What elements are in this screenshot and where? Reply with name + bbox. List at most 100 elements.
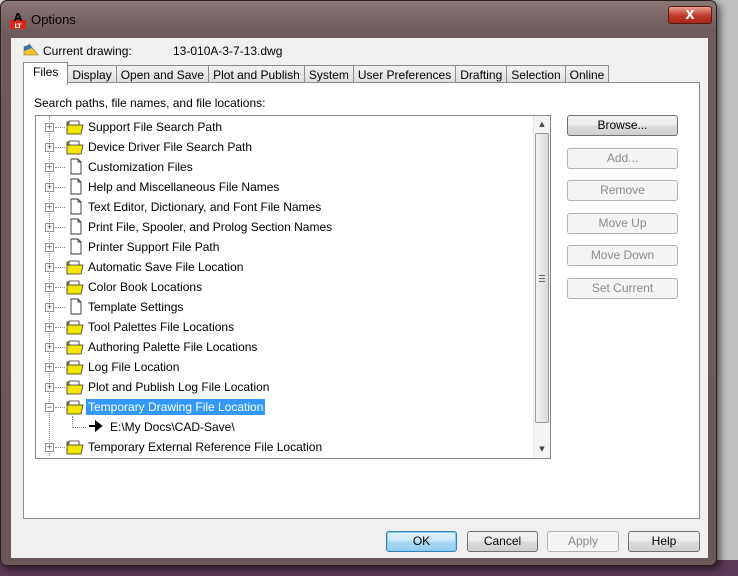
expand-icon[interactable]: + [45, 303, 54, 312]
tree-item[interactable]: + Text Editor, Dictionary, and Font File … [36, 197, 536, 217]
options-dialog: A LT Options X Current drawing: 13-010A-… [0, 0, 717, 566]
document-icon [66, 198, 84, 215]
tree-item[interactable]: + Printer Support File Path [36, 237, 536, 257]
tree-item[interactable]: + Temporary External Reference File Locat… [36, 437, 536, 457]
tree-item-label: Device Driver File Search Path [88, 140, 253, 154]
tree-connector [55, 227, 65, 228]
expand-icon[interactable]: + [45, 443, 54, 452]
tree-item[interactable]: + Color Book Locations [36, 277, 536, 297]
tree-connector [55, 247, 65, 248]
svg-text:LT: LT [15, 23, 23, 29]
scroll-up-arrow-icon[interactable]: ▲ [534, 116, 550, 133]
tree-connector [55, 407, 65, 408]
tab-strip: Files Display Open and Save Plot and Pub… [23, 62, 610, 85]
tree-item-label: Plot and Publish Log File Location [88, 380, 270, 394]
expand-icon[interactable]: + [45, 203, 54, 212]
tree-item-label: Temporary External Reference File Locati… [88, 440, 323, 454]
browse-button[interactable]: Browse... [567, 115, 678, 136]
tree-connector [55, 187, 65, 188]
move-down-button[interactable]: Move Down [567, 245, 678, 266]
expand-icon[interactable]: + [45, 143, 54, 152]
add-button[interactable]: Add... [567, 148, 678, 169]
tree-item-label: Customization Files [88, 160, 193, 174]
tree-item[interactable]: + Device Driver File Search Path [36, 137, 536, 157]
document-icon [66, 298, 84, 315]
tree-item-label: Support File Search Path [88, 120, 223, 134]
tree-item-label: E:\My Docs\CAD-Save\ [110, 420, 235, 434]
tree-item-label: Help and Miscellaneous File Names [88, 180, 280, 194]
folder-icon [66, 318, 84, 335]
tree-item[interactable]: + Automatic Save File Location [36, 257, 536, 277]
search-paths-label: Search paths, file names, and file locat… [34, 96, 266, 110]
help-button[interactable]: Help [628, 531, 700, 552]
expand-icon[interactable]: + [45, 363, 54, 372]
tab-files[interactable]: Files [23, 62, 69, 85]
expand-icon[interactable]: + [45, 343, 54, 352]
tree-connector [55, 307, 65, 308]
tree-connector [55, 127, 65, 128]
files-tab-panel: Search paths, file names, and file locat… [23, 82, 700, 519]
tree-item[interactable]: − Temporary Drawing File Location [36, 397, 536, 417]
expand-icon[interactable]: + [45, 263, 54, 272]
tree-item[interactable]: + Print File, Spooler, and Prolog Section… [36, 217, 536, 237]
close-button[interactable]: X [668, 6, 712, 24]
tree-connector [55, 347, 65, 348]
tree-item-label: Print File, Spooler, and Prolog Section … [88, 220, 333, 234]
expand-icon[interactable]: + [45, 323, 54, 332]
tree-item[interactable]: + Customization Files [36, 157, 536, 177]
expand-icon[interactable]: + [45, 283, 54, 292]
expand-icon[interactable]: + [45, 123, 54, 132]
tree-item[interactable]: + Template Settings [36, 297, 536, 317]
tree-child-item[interactable]: E:\My Docs\CAD-Save\ [36, 417, 536, 437]
tree-item[interactable]: + Plot and Publish Log File Location [36, 377, 536, 397]
folder-icon [66, 278, 84, 295]
tree-item[interactable]: + Support File Search Path [36, 117, 536, 137]
folder-icon [66, 398, 84, 415]
document-icon [66, 158, 84, 175]
tree-connector [55, 447, 65, 448]
current-drawing-label: Current drawing: [43, 44, 132, 58]
document-icon [66, 218, 84, 235]
tree-connector [55, 367, 65, 368]
tree-item[interactable]: + Tool Palettes File Locations [36, 317, 536, 337]
dialog-client: Current drawing: 13-010A-3-7-13.dwg File… [10, 37, 709, 559]
tree-connector [55, 267, 65, 268]
document-icon [66, 238, 84, 255]
tree-connector [55, 207, 65, 208]
scroll-thumb[interactable] [535, 133, 549, 423]
expand-icon[interactable]: + [45, 163, 54, 172]
cancel-button[interactable]: Cancel [467, 531, 538, 552]
document-icon [66, 178, 84, 195]
tree-connector [72, 427, 86, 428]
tree-connector [55, 147, 65, 148]
collapse-icon[interactable]: − [45, 403, 54, 412]
tree-connector [55, 327, 65, 328]
tree-item[interactable]: + Help and Miscellaneous File Names [36, 177, 536, 197]
current-drawing-value: 13-010A-3-7-13.dwg [173, 44, 283, 58]
drawing-icon [23, 42, 39, 56]
tree-item-label: Temporary Drawing File Location [86, 399, 266, 415]
file-locations-tree[interactable]: ▲ ▼ + Support File Search Path + Device Dri… [35, 115, 551, 459]
folder-icon [66, 118, 84, 135]
tree-connector [55, 287, 65, 288]
folder-icon [66, 338, 84, 355]
arrow-icon [88, 418, 106, 435]
set-current-button[interactable]: Set Current [567, 278, 678, 299]
dialog-title: Options [31, 12, 76, 27]
tree-item-label: Automatic Save File Location [88, 260, 244, 274]
move-up-button[interactable]: Move Up [567, 213, 678, 234]
remove-button[interactable]: Remove [567, 180, 678, 201]
expand-icon[interactable]: + [45, 183, 54, 192]
ok-button[interactable]: OK [386, 531, 457, 552]
expand-icon[interactable]: + [45, 223, 54, 232]
tree-item-label: Text Editor, Dictionary, and Font File N… [88, 200, 322, 214]
tree-item-label: Tool Palettes File Locations [88, 320, 235, 334]
tree-item-label: Log File Location [88, 360, 180, 374]
expand-icon[interactable]: + [45, 383, 54, 392]
tree-item[interactable]: + Authoring Palette File Locations [36, 337, 536, 357]
tree-item-label: Color Book Locations [88, 280, 203, 294]
apply-button[interactable]: Apply [547, 531, 619, 552]
tree-item[interactable]: + Log File Location [36, 357, 536, 377]
expand-icon[interactable]: + [45, 243, 54, 252]
scroll-down-arrow-icon[interactable]: ▼ [534, 441, 550, 458]
